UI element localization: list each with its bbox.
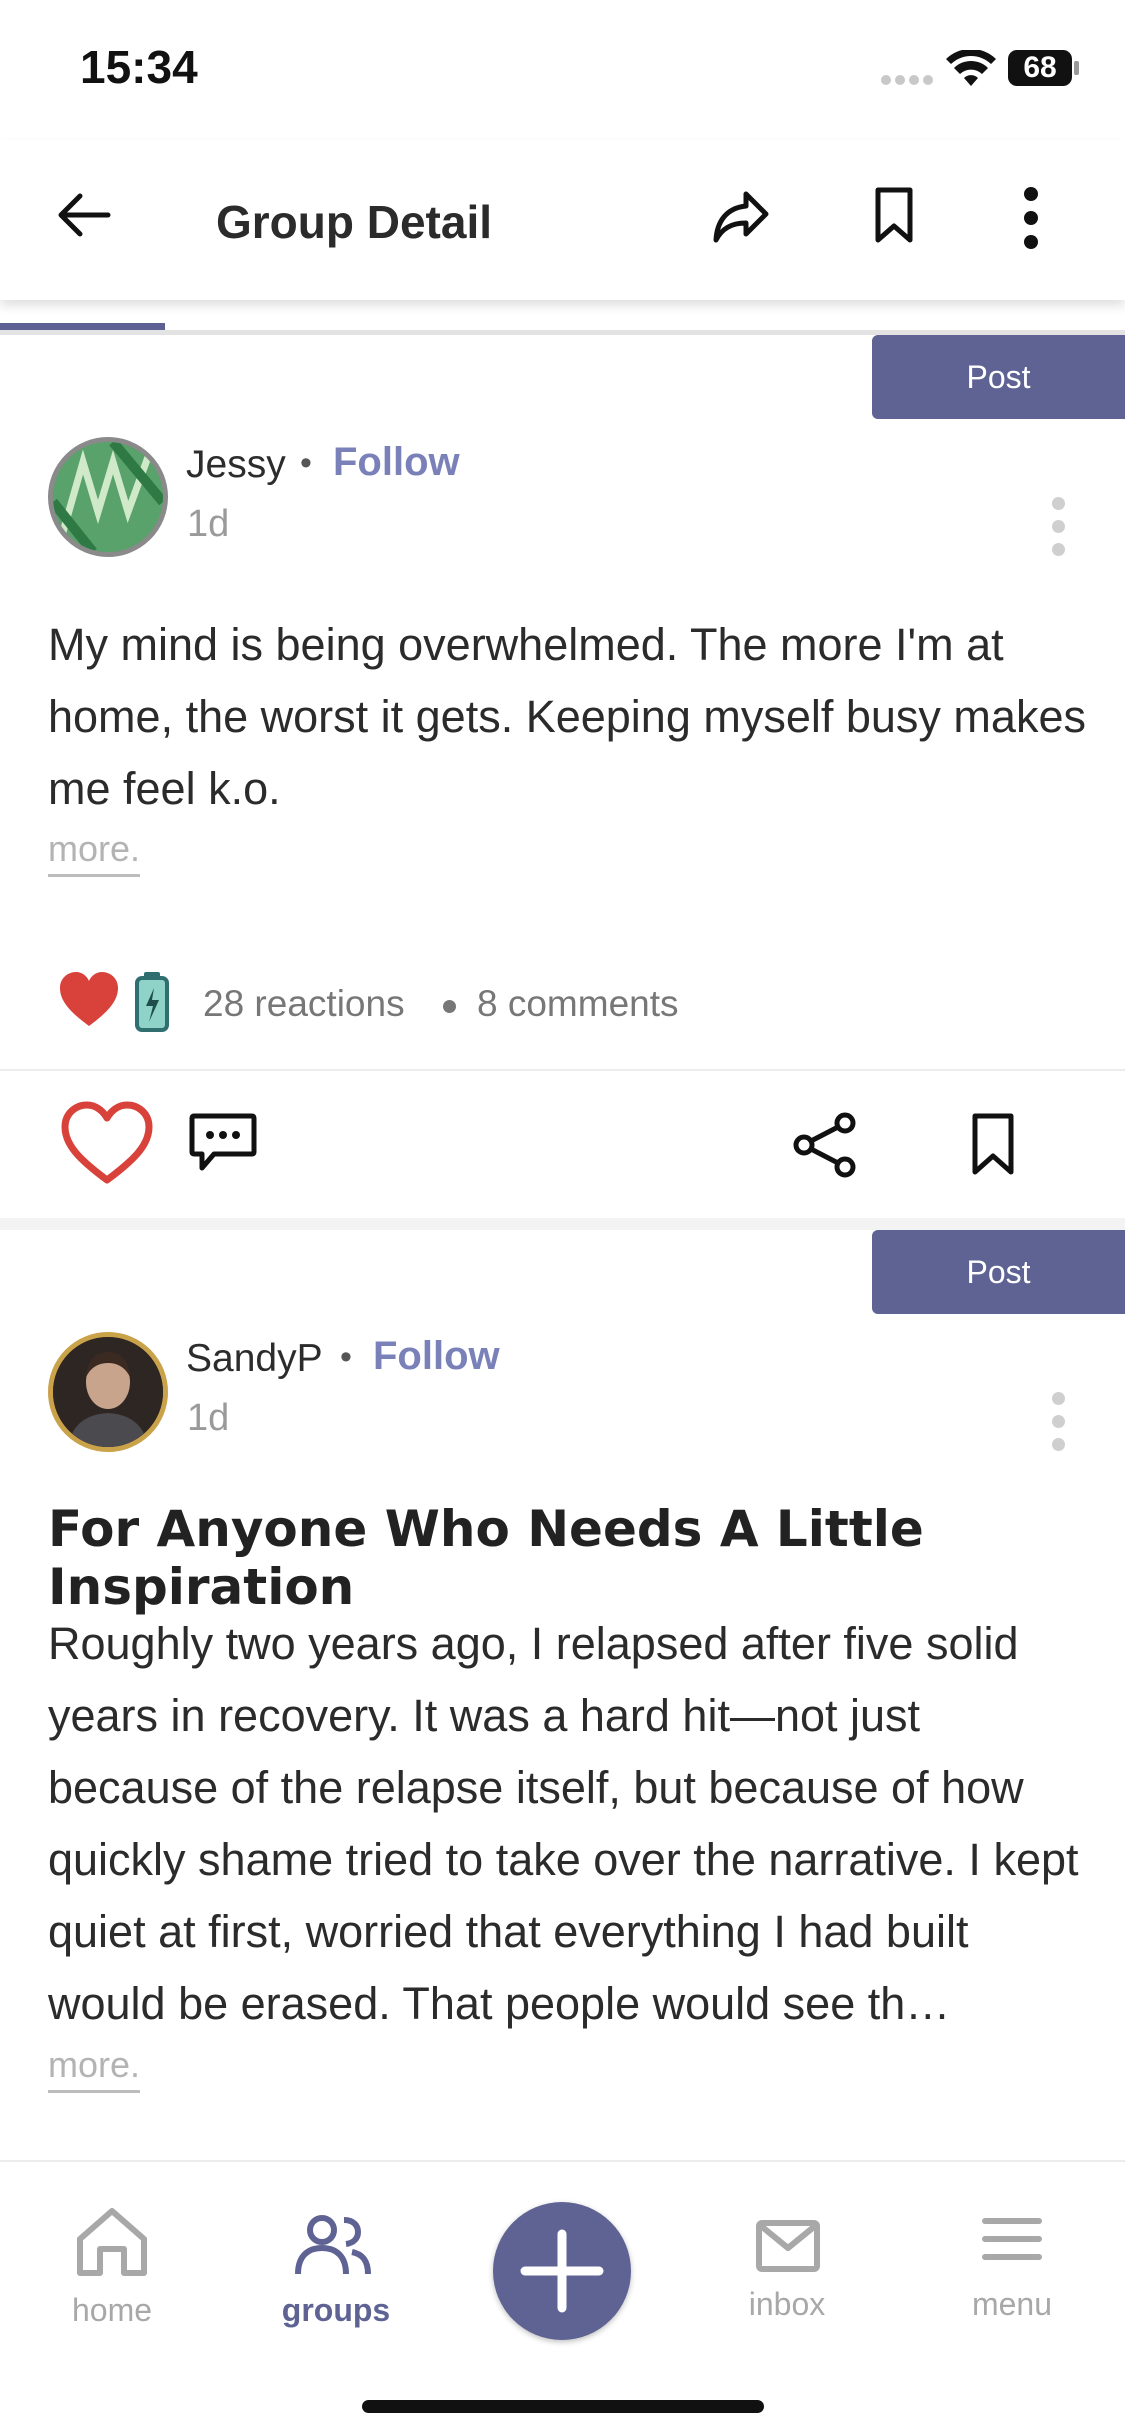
post-type-button[interactable]: Post — [872, 1230, 1125, 1314]
separator-dot: • — [300, 444, 312, 482]
comment-count[interactable]: 8 comments — [477, 983, 679, 1025]
separator-dot: • — [340, 1338, 352, 1376]
avatar-photo-image — [53, 1337, 163, 1447]
battery-icon: 68 — [1008, 50, 1072, 86]
page-title: Group Detail — [216, 196, 493, 248]
post-options-icon[interactable] — [1052, 497, 1066, 566]
groups-icon[interactable] — [292, 2212, 372, 2278]
post-title[interactable]: For Anyone Who Needs A Little Inspiratio… — [48, 1500, 1125, 1616]
back-arrow-icon[interactable] — [56, 190, 112, 240]
more-vertical-icon[interactable] — [1020, 186, 1042, 250]
share-arrow-icon[interactable] — [712, 186, 770, 246]
save-bookmark-icon[interactable] — [970, 1112, 1016, 1176]
mail-icon[interactable] — [756, 2220, 820, 2272]
bookmark-icon[interactable] — [874, 186, 914, 244]
tab-indicator — [0, 323, 165, 330]
post-body: My mind is being overwhelmed. The more I… — [48, 619, 1086, 814]
plus-icon — [520, 2229, 604, 2313]
battery-reaction-icon — [135, 972, 169, 1032]
wifi-icon — [946, 50, 996, 86]
menu-icon[interactable] — [982, 2216, 1042, 2262]
app-bar — [0, 140, 1125, 300]
meta-separator — [443, 1000, 456, 1013]
nav-home-label[interactable]: home — [12, 2292, 212, 2329]
post-type-button[interactable]: Post — [872, 335, 1125, 419]
create-post-button[interactable] — [493, 2202, 631, 2340]
follow-link[interactable]: Follow — [333, 440, 460, 485]
cellular-signal-icon — [881, 75, 933, 85]
battery-tip — [1074, 61, 1079, 75]
avatar[interactable] — [48, 1332, 168, 1452]
nav-groups-label[interactable]: groups — [236, 2292, 436, 2329]
reaction-count[interactable]: 28 reactions — [203, 983, 405, 1025]
follow-link[interactable]: Follow — [373, 1334, 500, 1379]
nav-inbox-label[interactable]: inbox — [687, 2286, 887, 2323]
nav-menu-label[interactable]: menu — [912, 2286, 1112, 2323]
status-time: 15:34 — [80, 41, 198, 93]
comment-icon[interactable] — [188, 1112, 258, 1176]
like-heart-icon[interactable] — [60, 1100, 154, 1186]
avatar[interactable] — [48, 437, 168, 557]
home-indicator — [362, 2400, 764, 2413]
heart-reaction-icon — [60, 972, 118, 1026]
home-icon[interactable] — [74, 2205, 150, 2277]
avatar-leaf-image — [53, 442, 163, 552]
post-age: 1d — [187, 1397, 230, 1439]
status-bar: 15:34 68 — [0, 0, 1125, 140]
post-options-icon[interactable] — [1052, 1392, 1066, 1461]
divider — [0, 1069, 1125, 1071]
more-link[interactable]: more. — [48, 2044, 141, 2093]
author-name[interactable]: Jessy — [186, 443, 286, 487]
author-name[interactable]: SandyP — [186, 1337, 323, 1381]
post-age: 1d — [187, 503, 230, 545]
battery-level: 68 — [1023, 51, 1057, 84]
share-icon[interactable] — [790, 1112, 860, 1178]
post-separator — [0, 1218, 1125, 1230]
more-link[interactable]: more. — [48, 828, 141, 877]
post-body: Roughly two years ago, I relapsed after … — [48, 1618, 1079, 2029]
